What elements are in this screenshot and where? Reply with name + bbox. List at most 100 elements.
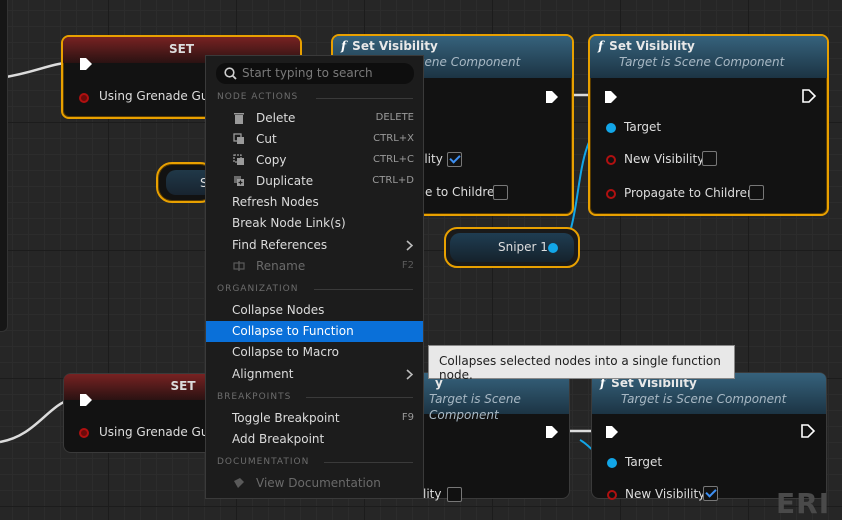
menu-label: Add Breakpoint	[232, 432, 325, 446]
set-visibility-node-2[interactable]: f Set Visibility Target is Scene Componen…	[588, 34, 829, 216]
exec-pin-icon[interactable]	[79, 393, 93, 407]
section-divider	[324, 462, 413, 463]
set-visibility-node-4[interactable]: f Set Visibility Target is Scene Componen…	[591, 372, 827, 501]
menu-label: Collapse Nodes	[232, 303, 325, 317]
menu-label: Collapse to Function	[232, 324, 354, 338]
pin-label: Using Grenade Gun?	[99, 425, 223, 439]
menu-label: View Documentation	[256, 476, 381, 490]
section-divider	[314, 289, 413, 290]
pin-label: Using Grenade Gun?	[99, 89, 223, 103]
menu-item-alignment[interactable]: Alignment	[206, 364, 423, 385]
menu-label: Delete	[256, 111, 296, 125]
tooltip: Collapses selected nodes into a single f…	[428, 345, 735, 382]
menu-label: Break Node Link(s)	[232, 216, 346, 230]
menu-label: Alignment	[232, 367, 294, 381]
node-subtitle: Target is Scene Component	[621, 392, 787, 406]
variable-label: Sniper 1	[498, 240, 548, 254]
watermark-fragment: ERI	[776, 487, 831, 520]
bool-pin-icon[interactable]	[606, 189, 616, 199]
duplicate-icon	[234, 176, 244, 186]
menu-shortcut: CTRL+D	[372, 175, 414, 186]
menu-item-copy[interactable]: Copy CTRL+C	[206, 150, 423, 171]
menu-label: Rename	[256, 259, 306, 273]
search-placeholder: Start typing to search	[242, 66, 373, 80]
documentation-icon	[234, 478, 244, 488]
menu-item-toggle-breakpoint[interactable]: Toggle Breakpoint F9	[206, 408, 423, 429]
menu-item-view-documentation: View Documentation	[206, 473, 423, 494]
menu-shortcut: CTRL+C	[373, 154, 414, 165]
propagate-label: e to Children	[425, 185, 502, 199]
node-subtitle: Target is Scene Component	[429, 392, 521, 422]
rename-icon	[233, 261, 245, 271]
bool-pin-icon[interactable]	[79, 93, 89, 103]
target-label: Target	[624, 120, 662, 134]
new-visibility-checkbox[interactable]	[702, 151, 717, 166]
new-visibility-label: ility	[421, 152, 443, 166]
menu-label: Collapse to Macro	[232, 345, 339, 359]
node-subtitle: Target is Scene Component	[619, 55, 785, 69]
propagate-checkbox[interactable]	[749, 185, 764, 200]
target-pin-icon[interactable]	[607, 458, 617, 468]
menu-item-collapse-to-function[interactable]: Collapse to Function	[206, 321, 423, 342]
menu-label: Copy	[256, 153, 287, 167]
section-breakpoints: BREAKPOINTS	[217, 392, 292, 402]
exec-out-pin-icon[interactable]	[801, 88, 817, 104]
section-divider	[316, 98, 413, 99]
node-title: Set Visibility	[609, 39, 695, 53]
context-menu: Start typing to search NODE ACTIONS Dele…	[205, 55, 424, 499]
bool-pin-icon[interactable]	[79, 428, 89, 438]
new-visibility-checkbox[interactable]	[447, 487, 462, 502]
propagate-label: Propagate to Children	[624, 186, 755, 200]
search-input[interactable]: Start typing to search	[216, 63, 414, 84]
menu-shortcut: DELETE	[375, 112, 414, 123]
menu-item-duplicate[interactable]: Duplicate CTRL+D	[206, 171, 423, 192]
menu-item-find-references[interactable]: Find References	[206, 235, 423, 256]
exec-out-pin-icon[interactable]	[545, 90, 559, 104]
function-icon: f	[598, 39, 604, 53]
menu-item-collapse-to-macro[interactable]: Collapse to Macro	[206, 342, 423, 363]
target-label: Target	[625, 455, 663, 469]
search-icon	[224, 67, 237, 80]
menu-item-add-breakpoint[interactable]: Add Breakpoint	[206, 429, 423, 450]
new-visibility-checkbox[interactable]	[447, 152, 462, 167]
function-icon: f	[341, 39, 347, 53]
menu-label: Refresh Nodes	[232, 195, 319, 209]
exec-out-pin-icon[interactable]	[800, 423, 816, 439]
menu-item-refresh-nodes[interactable]: Refresh Nodes	[206, 192, 423, 213]
menu-item-break-links[interactable]: Break Node Link(s)	[206, 213, 423, 234]
menu-item-delete[interactable]: Delete DELETE	[206, 108, 423, 129]
bool-pin-icon[interactable]	[606, 155, 616, 165]
chevron-right-icon	[406, 369, 413, 380]
section-divider	[306, 397, 413, 398]
node-title: Set Visibility	[352, 39, 438, 53]
exec-out-pin-icon[interactable]	[545, 425, 559, 439]
exec-in-pin-icon[interactable]	[605, 425, 619, 439]
menu-label: Cut	[256, 132, 277, 146]
menu-shortcut: CTRL+X	[373, 133, 414, 144]
chevron-right-icon	[406, 240, 413, 251]
target-pin-icon[interactable]	[606, 123, 616, 133]
offscreen-node	[0, 0, 8, 332]
output-pin-icon[interactable]	[548, 243, 558, 253]
copy-icon	[233, 154, 244, 165]
trash-icon	[234, 113, 244, 124]
node-subtitle: cene Component	[417, 55, 521, 69]
menu-shortcut: F2	[401, 260, 414, 271]
new-visibility-label: New Visibility	[624, 152, 705, 166]
set-visibility-node-3[interactable]: y Target is Scene Component lity	[410, 372, 570, 502]
menu-label: Duplicate	[256, 174, 314, 188]
menu-item-collapse-nodes[interactable]: Collapse Nodes	[206, 300, 423, 321]
exec-pin-icon[interactable]	[79, 57, 93, 71]
menu-item-rename: Rename F2	[206, 256, 423, 277]
menu-shortcut: F9	[401, 412, 414, 423]
section-documentation: DOCUMENTATION	[217, 457, 310, 467]
menu-label: Find References	[232, 238, 328, 252]
menu-item-cut[interactable]: Cut CTRL+X	[206, 129, 423, 150]
propagate-checkbox[interactable]	[493, 185, 508, 200]
cut-icon	[233, 133, 244, 144]
section-organization: ORGANIZATION	[217, 284, 299, 294]
sniper-variable-node[interactable]: Sniper 1	[444, 227, 580, 268]
menu-label: Toggle Breakpoint	[232, 411, 340, 425]
exec-in-pin-icon[interactable]	[604, 90, 618, 104]
section-node-actions: NODE ACTIONS	[217, 92, 299, 102]
